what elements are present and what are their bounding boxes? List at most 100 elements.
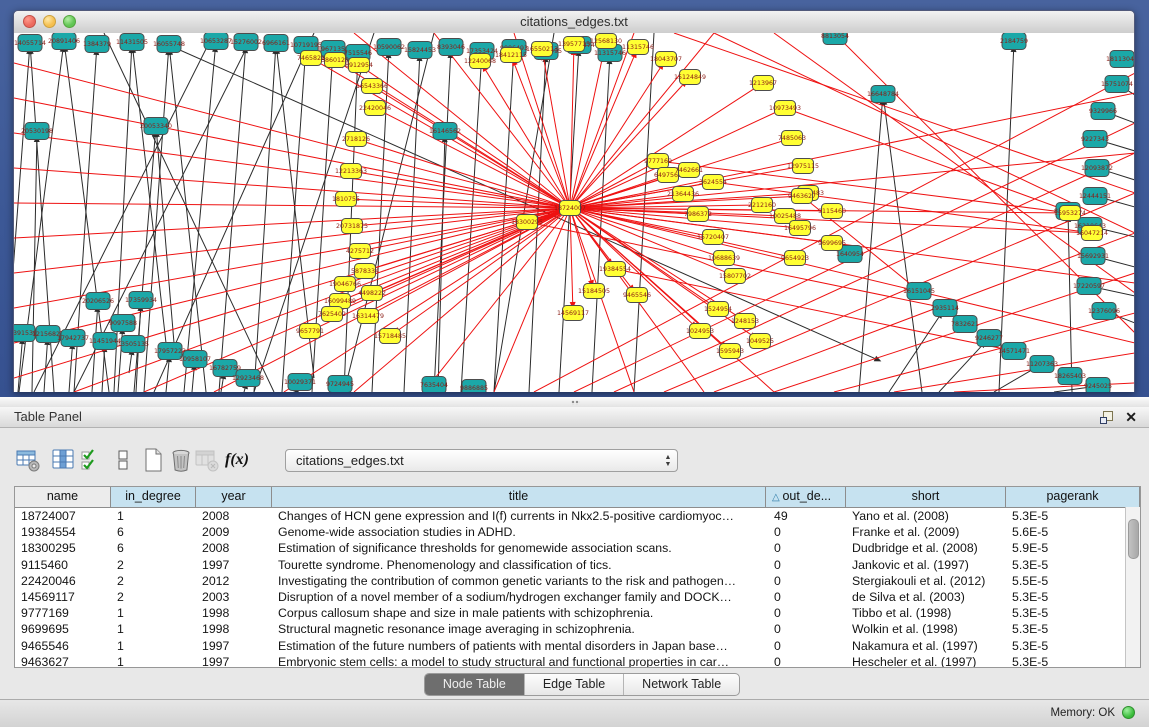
cell-short: de Silva et al. (2003) [846, 589, 1006, 605]
close-panel-icon[interactable]: ✕ [1125, 409, 1137, 426]
zoom-window-icon[interactable] [63, 15, 76, 28]
node-label: 16550213 [526, 46, 558, 53]
node-label: 9465546 [623, 292, 651, 299]
node-label: 10029371 [284, 379, 316, 386]
split-pane-divider[interactable] [0, 397, 1149, 407]
node-label: 8813054 [821, 33, 849, 40]
new-table-icon[interactable] [138, 444, 168, 476]
table-row[interactable]: 1456911722003Disruption of a novel membe… [15, 589, 1140, 605]
node-label: 16055748 [153, 41, 185, 48]
node-label: 4498222 [358, 290, 386, 297]
cell-year: 2009 [196, 524, 272, 540]
column-selection-icon[interactable] [76, 444, 106, 476]
table-row[interactable]: 969969511998Structural magnetic resonanc… [15, 621, 1140, 637]
node-label: 12376096 [1088, 308, 1120, 315]
cell-in_degree: 2 [111, 589, 196, 605]
table-scrollbar[interactable] [1125, 507, 1140, 667]
node-label: 7515546 [344, 50, 372, 57]
column-header-name[interactable]: name [15, 487, 111, 507]
column-header-year[interactable]: year [196, 487, 272, 507]
cell-year: 1997 [196, 638, 272, 654]
column-header-short[interactable]: short [846, 487, 1006, 507]
cell-pagerank: 5.9E-5 [1006, 540, 1140, 556]
node-label: 15720407 [697, 234, 729, 241]
cell-pagerank: 5.3E-5 [1006, 508, 1140, 524]
scrollbar-thumb[interactable] [1128, 519, 1139, 559]
minimize-window-icon[interactable] [43, 15, 56, 28]
close-window-icon[interactable] [23, 15, 36, 28]
dropdown-stepper-icon: ▲▼ [659, 454, 677, 468]
row-icon[interactable] [108, 444, 138, 476]
cell-name: 9777169 [15, 605, 111, 621]
table-row[interactable]: 977716911998Corpus callosum shape and si… [15, 605, 1140, 621]
divider-grip-icon[interactable] [571, 400, 580, 405]
node-label: 11207363 [1026, 361, 1058, 368]
node-label: 10590062 [373, 44, 405, 51]
node-label: 14571471 [998, 348, 1030, 355]
function-builder-icon[interactable]: f(x) [222, 444, 252, 476]
table-row[interactable]: 911546021997Tourette syndrome. Phenomeno… [15, 557, 1140, 573]
column-header-out_degree[interactable]: △ out_de... [766, 487, 846, 507]
cell-name: 18724007 [15, 508, 111, 524]
cell-pagerank: 5.5E-5 [1006, 573, 1140, 589]
float-panel-icon[interactable] [1100, 411, 1113, 424]
node-label: 12568130 [590, 38, 622, 45]
tab-node-table[interactable]: Node Table [425, 674, 525, 695]
node-label: 1024953 [686, 328, 714, 335]
cell-pagerank: 5.3E-5 [1006, 557, 1140, 573]
table-mode-icon[interactable] [13, 444, 43, 476]
node-label: 13957715 [558, 41, 590, 48]
cell-year: 2003 [196, 589, 272, 605]
table-row[interactable]: 1938455462009Genome-wide association stu… [15, 524, 1140, 540]
cell-title: Tourette syndrome. Phenomenology and cla… [272, 557, 766, 573]
table-toolbar: f(x) citations_edges.txt ▲▼ [0, 428, 1149, 486]
cell-out_degree: 0 [766, 605, 846, 621]
node-label: 1248153 [731, 318, 759, 325]
network-view-window: citations_edges.txt 18724007140557142089… [13, 10, 1135, 392]
table-row[interactable]: 1872400712008Changes of HCN gene express… [15, 508, 1140, 524]
cell-in_degree: 1 [111, 621, 196, 637]
column-header-in_degree[interactable]: in_degree [111, 487, 196, 507]
node-label: 9724945 [326, 381, 354, 388]
node-label: 5878334 [351, 268, 379, 275]
node-label: 11431505 [116, 39, 148, 46]
node-label: 7635404 [420, 382, 448, 389]
column-header-title[interactable]: title [272, 487, 766, 507]
table-selector-dropdown[interactable]: citations_edges.txt ▲▼ [285, 449, 678, 472]
cell-pagerank: 5.3E-5 [1006, 638, 1140, 654]
node-label: 1213967 [749, 80, 777, 87]
citation-network-graph[interactable]: 1872400714055714208914061384379114315051… [14, 33, 1134, 392]
node-label: 19046766 [329, 281, 361, 288]
node-label: 10653287 [200, 38, 232, 45]
node-label: 9777169 [644, 158, 672, 165]
table-row[interactable]: 2242004622012Investigating the contribut… [15, 573, 1140, 589]
show-column-icon[interactable] [48, 444, 78, 476]
table-row[interactable]: 946362711997Embryonic stem cells: a mode… [15, 654, 1140, 668]
cell-pagerank: 5.3E-5 [1006, 605, 1140, 621]
cell-title: Genome-wide association studies in ADHD. [272, 524, 766, 540]
cell-year: 1998 [196, 621, 272, 637]
table-row[interactable]: 1830029562008Estimation of significance … [15, 540, 1140, 556]
cell-name: 9115460 [15, 557, 111, 573]
window-title: citations_edges.txt [14, 11, 1134, 32]
node-label: 16782759 [209, 365, 241, 372]
cell-short: Jankovic et al. (1997) [846, 557, 1006, 573]
network-graph-canvas[interactable]: 1872400714055714208914061384379114315051… [14, 33, 1134, 392]
cell-in_degree: 6 [111, 524, 196, 540]
network-window-titlebar[interactable]: citations_edges.txt [14, 11, 1134, 34]
table-row[interactable]: 946554611997Estimation of the future num… [15, 638, 1140, 654]
node-label: 2935114 [931, 305, 959, 312]
node-label: 20891406 [48, 38, 80, 45]
tab-network-table[interactable]: Network Table [624, 674, 739, 695]
cell-out_degree: 49 [766, 508, 846, 524]
node-label: 1049525 [746, 338, 774, 345]
node-label: 15807702 [719, 273, 751, 280]
column-header-pagerank[interactable]: pagerank [1006, 487, 1140, 507]
node-label: 18412115 [495, 52, 527, 59]
cell-year: 2008 [196, 540, 272, 556]
cell-year: 1997 [196, 557, 272, 573]
node-label: 9115460 [818, 208, 846, 215]
node-label: 10688639 [708, 255, 740, 262]
tab-edge-table[interactable]: Edge Table [525, 674, 624, 695]
cell-in_degree: 1 [111, 508, 196, 524]
